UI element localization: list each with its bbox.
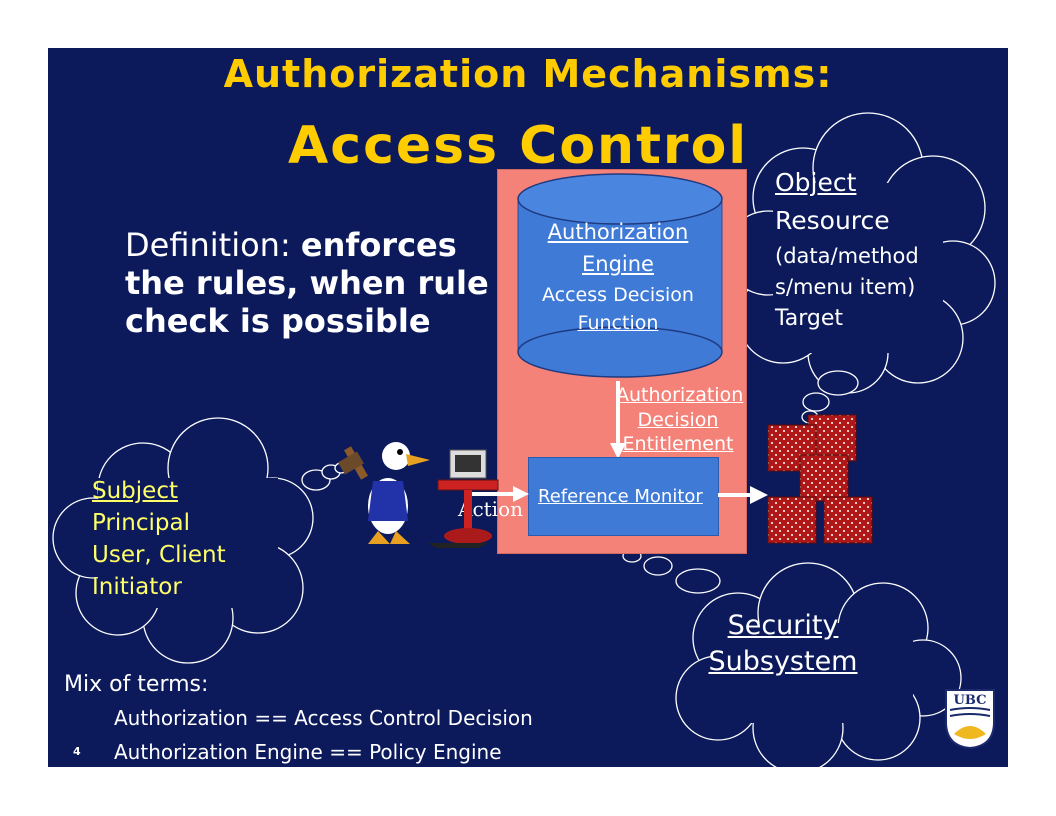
engine-title-line2: Engine (582, 252, 654, 276)
output-arrow-icon (718, 486, 768, 504)
subject-line3: Initiator (92, 574, 182, 600)
mix-terms-heading: Mix of terms: (64, 672, 209, 697)
subject-title: Subject (92, 478, 178, 504)
subject-cloud-icon (52, 417, 314, 664)
object-line3: s/menu item) (775, 275, 916, 299)
reference-monitor-label: Reference Monitor (538, 486, 703, 507)
engine-sub-line1: Access Decision (542, 284, 694, 306)
object-title: Object (775, 168, 857, 197)
mix-terms-line1: Authorization == Access Control Decision (114, 706, 533, 730)
engine-sub-line2: Function (577, 312, 659, 334)
engine-cylinder-icon (517, 173, 723, 378)
security-line1: Security (727, 610, 839, 641)
ubc-crest-icon: UBC (945, 689, 995, 750)
object-line2: (data/method (775, 244, 919, 268)
object-line4: Target (775, 306, 844, 331)
subject-line2: User, Client (92, 542, 226, 568)
decision-line2: Decision (637, 409, 719, 431)
decision-line3: Entitlement (622, 433, 734, 455)
object-line1: Resource (775, 206, 890, 235)
engine-title-line1: Authorization (547, 220, 689, 244)
mix-terms-line2: Authorization Engine == Policy Engine (114, 740, 502, 764)
subject-line1: Principal (92, 510, 191, 536)
computer-terminal-icon (428, 449, 499, 548)
decision-line1: Authorization (616, 384, 744, 406)
page-number: 4 (73, 745, 81, 758)
security-line2: Subsystem (708, 646, 858, 677)
slide: Authorization Mechanisms: Access Control… (48, 48, 1008, 767)
resource-cubes-icon (767, 414, 873, 544)
duck-character-icon (338, 442, 430, 544)
logo-text: UBC (954, 693, 987, 708)
